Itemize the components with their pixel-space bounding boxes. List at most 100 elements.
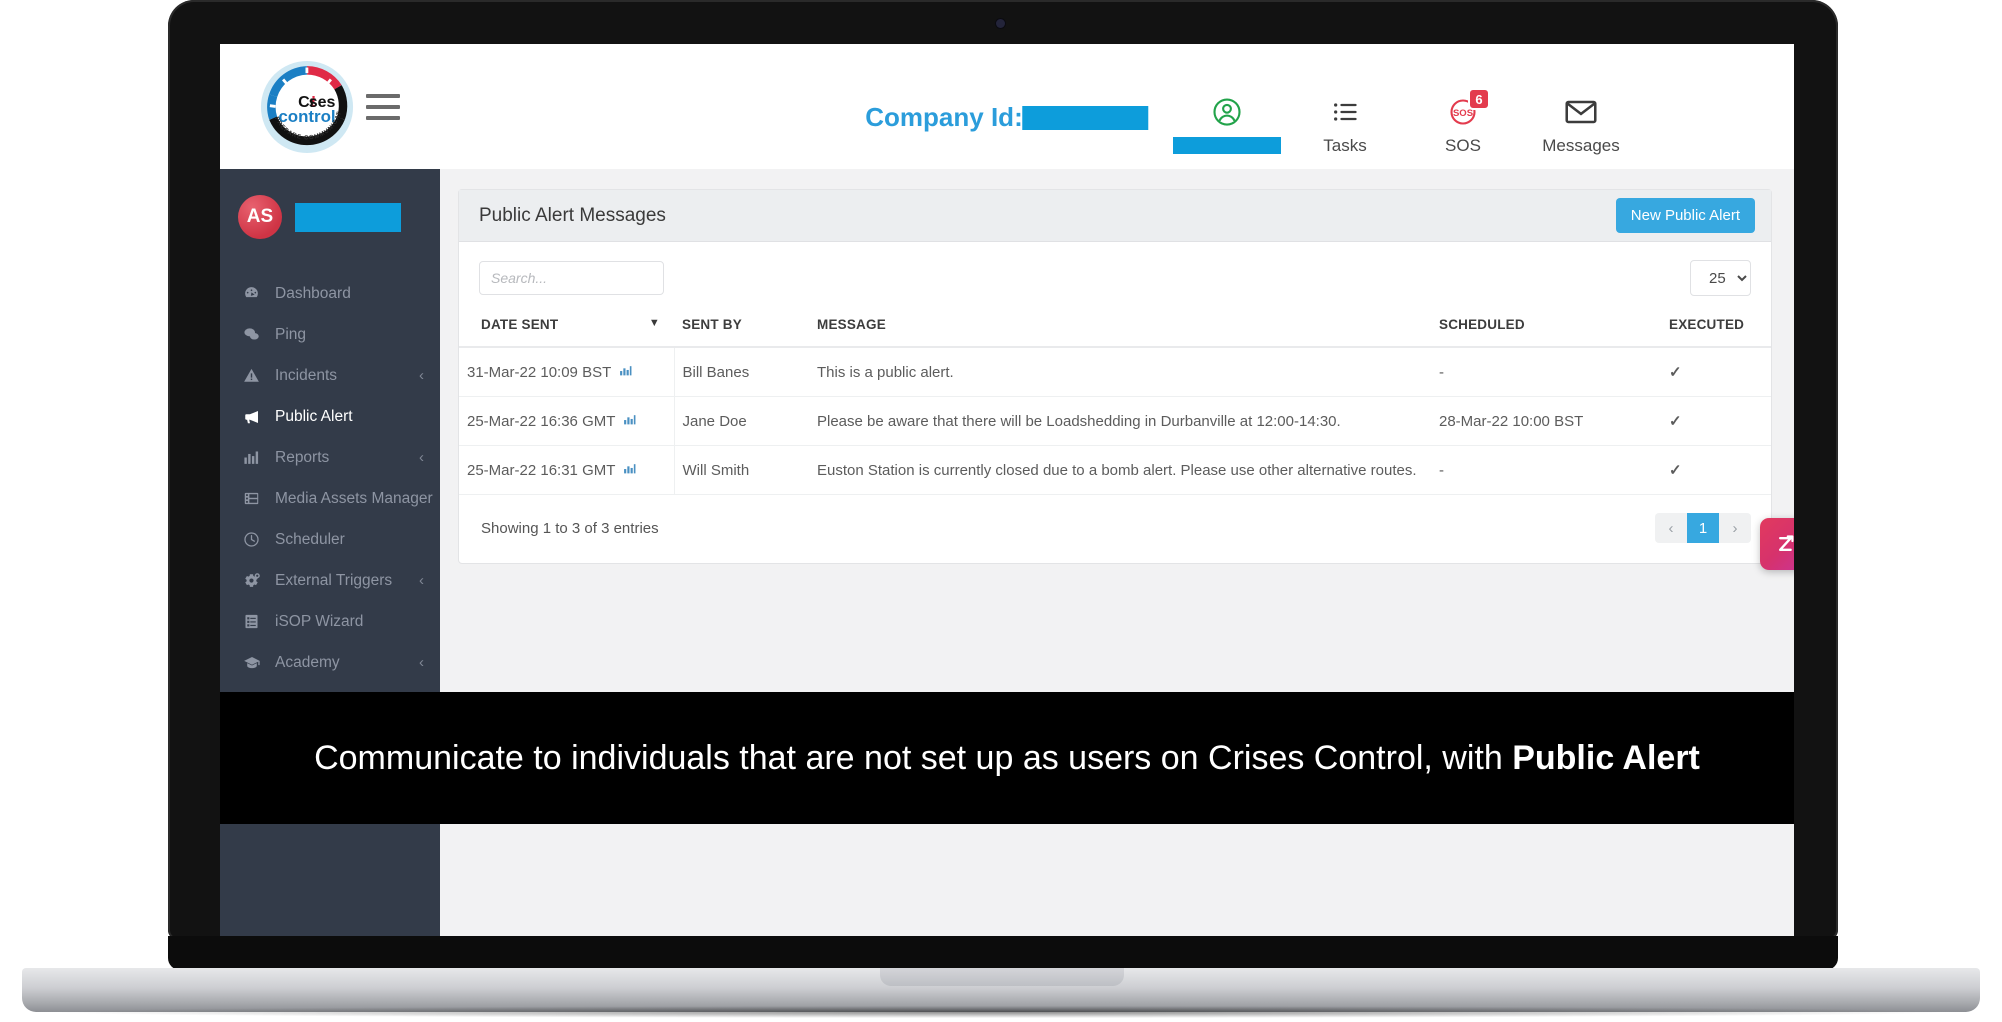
- hamburger-menu-icon[interactable]: [366, 93, 400, 120]
- column-header-sent-by[interactable]: SENT BY: [674, 308, 809, 348]
- column-header-date-sent[interactable]: DATE SENT ▼: [459, 308, 674, 348]
- sidebar-item-academy[interactable]: Academy ‹: [220, 642, 440, 683]
- cell-executed-check-icon: ✓: [1661, 396, 1771, 446]
- screenshot-stage: Cr ! ses control PREPARE COMMUNICATE PRO…: [0, 0, 2002, 1022]
- page-length-select[interactable]: 25: [1690, 260, 1751, 296]
- cell-message: Euston Station is currently closed due t…: [809, 445, 1431, 495]
- nav-user-name-redacted: [1173, 137, 1281, 154]
- column-header-scheduled[interactable]: SCHEDULED: [1431, 308, 1661, 348]
- nav-label-messages: Messages: [1542, 136, 1620, 155]
- warning-triangle-icon: [242, 367, 261, 384]
- sidebar-menu: Dashboard Ping Incidents ‹ Public Alert …: [220, 273, 440, 724]
- column-header-message[interactable]: MESSAGE: [809, 308, 1431, 348]
- nav-label-tasks: Tasks: [1323, 136, 1367, 155]
- nav-item-sos[interactable]: SOS 6 SOS: [1426, 88, 1500, 155]
- table-row[interactable]: 31-Mar-22 10:09 BST Bill Banes This is a…: [459, 347, 1771, 397]
- nav-item-tasks[interactable]: Tasks: [1308, 96, 1382, 154]
- page-title: Public Alert Messages: [479, 204, 666, 226]
- laptop-lid-foot: [168, 936, 1838, 970]
- top-bar: Cr ! ses control PREPARE COMMUNICATE PRO…: [220, 44, 1794, 169]
- pagination-previous[interactable]: ‹: [1655, 513, 1687, 543]
- cell-scheduled: -: [1431, 347, 1661, 397]
- svg-text:control: control: [278, 107, 335, 126]
- date-sent-value: 25-Mar-22 16:31 GMT: [467, 461, 616, 479]
- sidebar-label-scheduler: Scheduler: [275, 530, 345, 548]
- sort-descending-icon: ▼: [648, 317, 660, 329]
- bar-chart-icon[interactable]: [619, 364, 632, 381]
- cell-message: Please be aware that there will be Loads…: [809, 396, 1431, 446]
- laptop-screen: Cr ! ses control PREPARE COMMUNICATE PRO…: [220, 44, 1794, 937]
- chevron-left-icon-external-triggers: ‹: [419, 572, 424, 589]
- sidebar-item-incidents[interactable]: Incidents ‹: [220, 355, 440, 396]
- table-footer: Showing 1 to 3 of 3 entries ‹ 1 ›: [459, 495, 1771, 563]
- sidebar-item-isop-wizard[interactable]: iSOP Wizard: [220, 601, 440, 642]
- chevron-left-icon-reports: ‹: [419, 449, 424, 466]
- sidebar-item-external-triggers[interactable]: External Triggers ‹: [220, 560, 440, 601]
- cell-sent-by: Jane Doe: [674, 396, 809, 446]
- pagination-page-1[interactable]: 1: [1687, 513, 1719, 543]
- caption-banner: Communicate to individuals that are not …: [220, 692, 1794, 824]
- cell-sent-by: Will Smith: [674, 445, 809, 495]
- cell-date-sent: 31-Mar-22 10:09 BST: [459, 347, 675, 397]
- chat-bubbles-icon: [242, 326, 261, 343]
- date-sent-value: 31-Mar-22 10:09 BST: [467, 363, 611, 381]
- sidebar-continuation: [220, 824, 440, 937]
- cell-message: This is a public alert.: [809, 347, 1431, 397]
- column-header-executed[interactable]: EXECUTED: [1661, 308, 1771, 348]
- company-id-label: Company Id:: [865, 102, 1023, 132]
- table-body: 31-Mar-22 10:09 BST Bill Banes This is a…: [459, 347, 1771, 495]
- cell-executed-check-icon: ✓: [1661, 347, 1771, 397]
- sidebar-label-external-triggers: External Triggers: [275, 571, 393, 589]
- company-id-value-redacted: [1022, 105, 1149, 130]
- dashboard-gauge-icon: [242, 285, 261, 302]
- document-list-icon: [242, 613, 261, 630]
- sidebar-item-media-assets-manager[interactable]: Media Assets Manager: [220, 478, 440, 519]
- brand-zone: Cr ! ses control PREPARE COMMUNICATE PRO…: [220, 60, 440, 154]
- sidebar-label-media-assets-manager: Media Assets Manager: [275, 489, 433, 507]
- sidebar-label-public-alert: Public Alert: [275, 407, 353, 425]
- cell-scheduled: 28-Mar-22 10:00 BST: [1431, 396, 1661, 446]
- bar-chart-icon: [242, 449, 261, 466]
- bar-chart-icon[interactable]: [623, 462, 636, 479]
- nav-label-sos: SOS: [1445, 136, 1481, 155]
- sidebar-label-isop-wizard: iSOP Wizard: [275, 612, 364, 630]
- pagination: ‹ 1 ›: [1655, 513, 1751, 543]
- cell-scheduled: -: [1431, 445, 1661, 495]
- new-public-alert-button[interactable]: New Public Alert: [1615, 198, 1755, 233]
- date-sent-value: 25-Mar-22 16:36 GMT: [467, 412, 616, 430]
- sidebar-label-dashboard: Dashboard: [275, 284, 351, 302]
- sidebar-item-public-alert[interactable]: Public Alert: [220, 396, 440, 437]
- sidebar-item-scheduler[interactable]: Scheduler: [220, 519, 440, 560]
- cell-date-sent: 25-Mar-22 16:31 GMT: [459, 445, 675, 495]
- sidebar-user-block[interactable]: AS: [220, 183, 440, 251]
- sidebar-item-reports[interactable]: Reports ‹: [220, 437, 440, 478]
- bar-chart-icon[interactable]: [623, 413, 636, 430]
- search-input[interactable]: [479, 261, 664, 295]
- table-header-row: DATE SENT ▼ SENT BY MESSAGE SCHEDULED EX…: [459, 308, 1771, 348]
- clock-icon: [242, 531, 261, 548]
- gears-icon: [242, 572, 261, 590]
- caption-text-normal: Communicate to individuals that are not …: [314, 738, 1513, 777]
- zoho-salesiq-chat-icon[interactable]: [1760, 518, 1794, 570]
- sidebar-item-dashboard[interactable]: Dashboard: [220, 273, 440, 314]
- sidebar-label-ping: Ping: [275, 325, 307, 343]
- column-label-date-sent: DATE SENT: [481, 317, 559, 332]
- avatar: AS: [238, 195, 282, 239]
- nav-item-user-profile[interactable]: [1173, 96, 1281, 154]
- graduation-cap-icon: [242, 654, 261, 672]
- laptop-webcam: [996, 19, 1005, 28]
- pagination-next[interactable]: ›: [1719, 513, 1751, 543]
- nav-item-messages[interactable]: Messages: [1542, 96, 1620, 155]
- company-id: Company Id:: [865, 102, 1149, 133]
- chevron-left-icon-academy: ‹: [419, 654, 424, 671]
- crises-control-logo: Cr ! ses control PREPARE COMMUNICATE PRO…: [260, 60, 354, 154]
- table-row[interactable]: 25-Mar-22 16:31 GMT Will Smith Euston St…: [459, 445, 1771, 495]
- public-alerts-table: DATE SENT ▼ SENT BY MESSAGE SCHEDULED EX…: [459, 308, 1771, 495]
- laptop-base-shadow: [60, 1006, 1940, 1018]
- table-row[interactable]: 25-Mar-22 16:36 GMT Jane Doe Please be a…: [459, 396, 1771, 446]
- film-strip-icon: [242, 490, 261, 507]
- table-toolbar: 25: [459, 242, 1771, 308]
- sidebar-item-ping[interactable]: Ping: [220, 314, 440, 355]
- cell-date-sent: 25-Mar-22 16:36 GMT: [459, 396, 675, 446]
- megaphone-icon: [242, 408, 261, 426]
